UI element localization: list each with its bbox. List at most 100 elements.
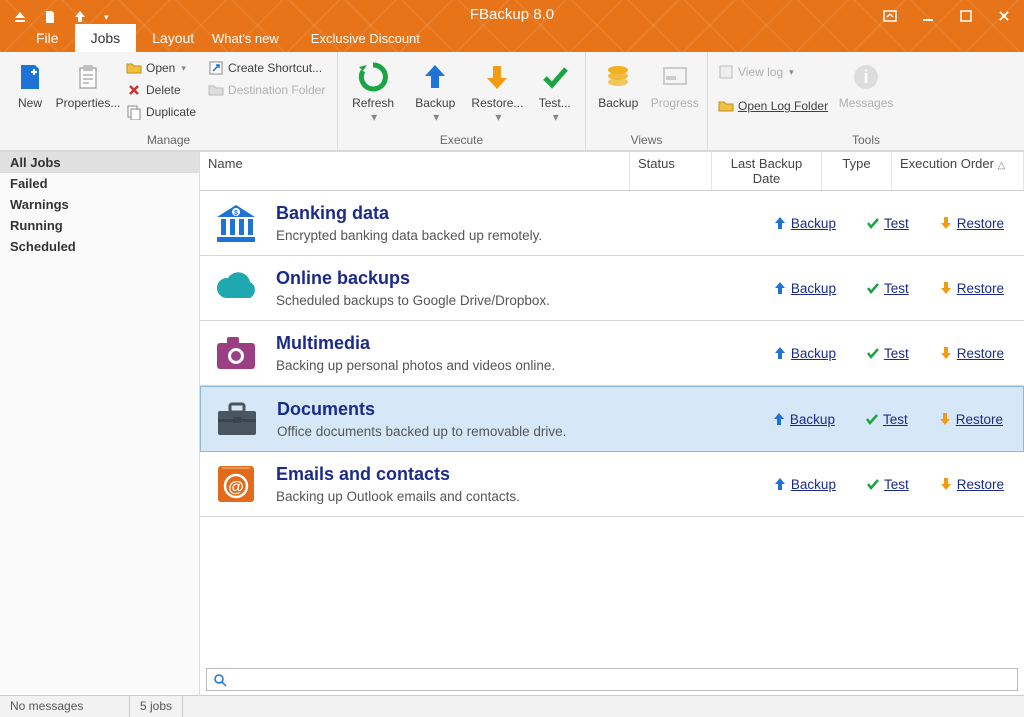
whats-new-tab[interactable]: What's new xyxy=(196,25,295,52)
create-shortcut-button[interactable]: Create Shortcut... xyxy=(204,58,329,78)
duplicate-icon xyxy=(126,104,142,120)
job-title: Multimedia xyxy=(276,333,757,354)
refresh-button[interactable]: Refresh▾ xyxy=(344,56,402,128)
col-status[interactable]: Status xyxy=(630,152,712,190)
exclusive-discount-tab[interactable]: Exclusive Discount xyxy=(295,25,436,52)
chevron-down-icon: ▾ xyxy=(495,110,501,124)
qat-dropdown-icon[interactable]: ▾ xyxy=(104,12,109,23)
job-restore-link[interactable]: Restore xyxy=(939,477,1004,492)
job-test-link[interactable]: Test xyxy=(866,216,909,231)
test-button[interactable]: Test...▾ xyxy=(531,56,580,128)
chevron-down-icon: ▾ xyxy=(553,110,559,124)
sidebar-item-all-jobs[interactable]: All Jobs xyxy=(0,152,199,173)
job-test-link[interactable]: Test xyxy=(865,412,908,427)
upload-icon[interactable] xyxy=(72,9,88,25)
bank-icon: $ xyxy=(212,201,260,245)
job-actions: Backup Test Restore xyxy=(773,346,1012,361)
arrow-up-icon xyxy=(773,281,787,295)
sort-asc-icon: △ xyxy=(998,160,1006,171)
sidebar-item-failed[interactable]: Failed xyxy=(0,173,199,194)
main-panel: Name Status Last Backup Date Type Execut… xyxy=(200,152,1024,695)
new-button[interactable]: New xyxy=(6,56,54,114)
col-last-backup[interactable]: Last Backup Date xyxy=(712,152,822,190)
job-desc: Encrypted banking data backed up remotel… xyxy=(276,228,757,243)
col-type[interactable]: Type xyxy=(822,152,892,190)
backup-button[interactable]: Backup▾ xyxy=(406,56,464,128)
window-controls xyxy=(880,6,1014,26)
progress-view-button[interactable]: Progress xyxy=(649,56,702,114)
job-row[interactable]: @ Emails and contactsBacking up Outlook e… xyxy=(200,452,1024,517)
email-icon: @ xyxy=(212,462,260,506)
job-restore-link[interactable]: Restore xyxy=(939,346,1004,361)
col-name[interactable]: Name xyxy=(200,152,630,190)
ribbon-collapse-icon[interactable] xyxy=(880,6,900,26)
backup-view-button[interactable]: Backup xyxy=(592,56,645,114)
job-backup-link[interactable]: Backup xyxy=(773,216,836,231)
folder-log-icon xyxy=(718,98,734,114)
job-test-link[interactable]: Test xyxy=(866,281,909,296)
chevron-down-icon: ▾ xyxy=(433,110,439,124)
job-restore-link[interactable]: Restore xyxy=(939,216,1004,231)
sidebar: All Jobs Failed Warnings Running Schedul… xyxy=(0,152,200,695)
job-row[interactable]: DocumentsOffice documents backed up to r… xyxy=(200,386,1024,452)
job-restore-link[interactable]: Restore xyxy=(938,412,1003,427)
arrow-up-icon xyxy=(773,346,787,360)
sidebar-item-scheduled[interactable]: Scheduled xyxy=(0,236,199,257)
properties-button[interactable]: Properties... xyxy=(58,56,118,114)
job-row[interactable]: $Banking dataEncrypted banking data back… xyxy=(200,191,1024,256)
maximize-icon[interactable] xyxy=(956,6,976,26)
search-icon xyxy=(213,673,227,687)
arrow-down-icon xyxy=(939,346,953,360)
arrow-down-icon xyxy=(939,281,953,295)
open-button[interactable]: Open▾ xyxy=(122,58,200,78)
page-icon[interactable] xyxy=(42,9,58,25)
job-row[interactable]: Multimedia Backing up personal photos and… xyxy=(200,321,1024,386)
job-test-link[interactable]: Test xyxy=(866,346,909,361)
sidebar-item-warnings[interactable]: Warnings xyxy=(0,194,199,215)
job-actions: Backup Test Restore xyxy=(773,281,1012,296)
cloud-icon xyxy=(212,266,260,310)
ribbon-tabs: File Jobs Layout xyxy=(20,24,210,52)
destination-folder-button[interactable]: Destination Folder xyxy=(204,80,329,100)
duplicate-button[interactable]: Duplicate xyxy=(122,102,200,122)
job-backup-link[interactable]: Backup xyxy=(773,477,836,492)
view-log-button[interactable]: View log▾ xyxy=(714,62,832,82)
job-desc: Backing up personal photos and videos on… xyxy=(276,358,757,373)
tab-jobs[interactable]: Jobs xyxy=(75,24,137,52)
status-jobs: 5 jobs xyxy=(130,696,183,717)
job-text: Emails and contactsBacking up Outlook em… xyxy=(276,464,757,504)
ribbon-group-manage: New Properties... Open▾ Delete Duplicate xyxy=(0,52,338,150)
restore-button[interactable]: Restore...▾ xyxy=(468,56,526,128)
briefcase-icon xyxy=(213,397,261,441)
job-backup-link[interactable]: Backup xyxy=(773,346,836,361)
tab-layout[interactable]: Layout xyxy=(136,24,210,52)
minimize-icon[interactable] xyxy=(918,6,938,26)
manage-small-buttons-2: Create Shortcut... Destination Folder xyxy=(204,56,329,100)
check-icon xyxy=(866,216,880,230)
search-bar[interactable] xyxy=(206,668,1018,691)
promo-tabs: What's new Exclusive Discount xyxy=(196,25,436,52)
job-test-link[interactable]: Test xyxy=(866,477,909,492)
arrow-down-icon xyxy=(939,216,953,230)
ribbon-group-tools: View log▾ Open Log Folder i Messages Too… xyxy=(708,52,1024,150)
messages-button[interactable]: i Messages xyxy=(836,56,896,114)
job-backup-link[interactable]: Backup xyxy=(772,412,835,427)
job-row[interactable]: Online backupsScheduled backups to Googl… xyxy=(200,256,1024,321)
chevron-down-icon: ▾ xyxy=(181,63,186,74)
eject-icon[interactable] xyxy=(12,9,28,25)
log-icon xyxy=(718,64,734,80)
search-input[interactable] xyxy=(233,672,1011,687)
job-restore-link[interactable]: Restore xyxy=(939,281,1004,296)
job-actions: Backup Test Restore xyxy=(772,412,1011,427)
col-exec-order[interactable]: Execution Order △ xyxy=(892,152,1024,190)
tab-file[interactable]: File xyxy=(20,24,75,52)
close-icon[interactable] xyxy=(994,6,1014,26)
job-backup-link[interactable]: Backup xyxy=(773,281,836,296)
job-text: Online backupsScheduled backups to Googl… xyxy=(276,268,757,308)
check-icon xyxy=(866,477,880,491)
sidebar-item-running[interactable]: Running xyxy=(0,215,199,236)
ribbon: New Properties... Open▾ Delete Duplicate xyxy=(0,52,1024,152)
restore-arrow-icon xyxy=(480,60,514,94)
delete-button[interactable]: Delete xyxy=(122,80,200,100)
open-log-folder-button[interactable]: Open Log Folder xyxy=(714,96,832,116)
